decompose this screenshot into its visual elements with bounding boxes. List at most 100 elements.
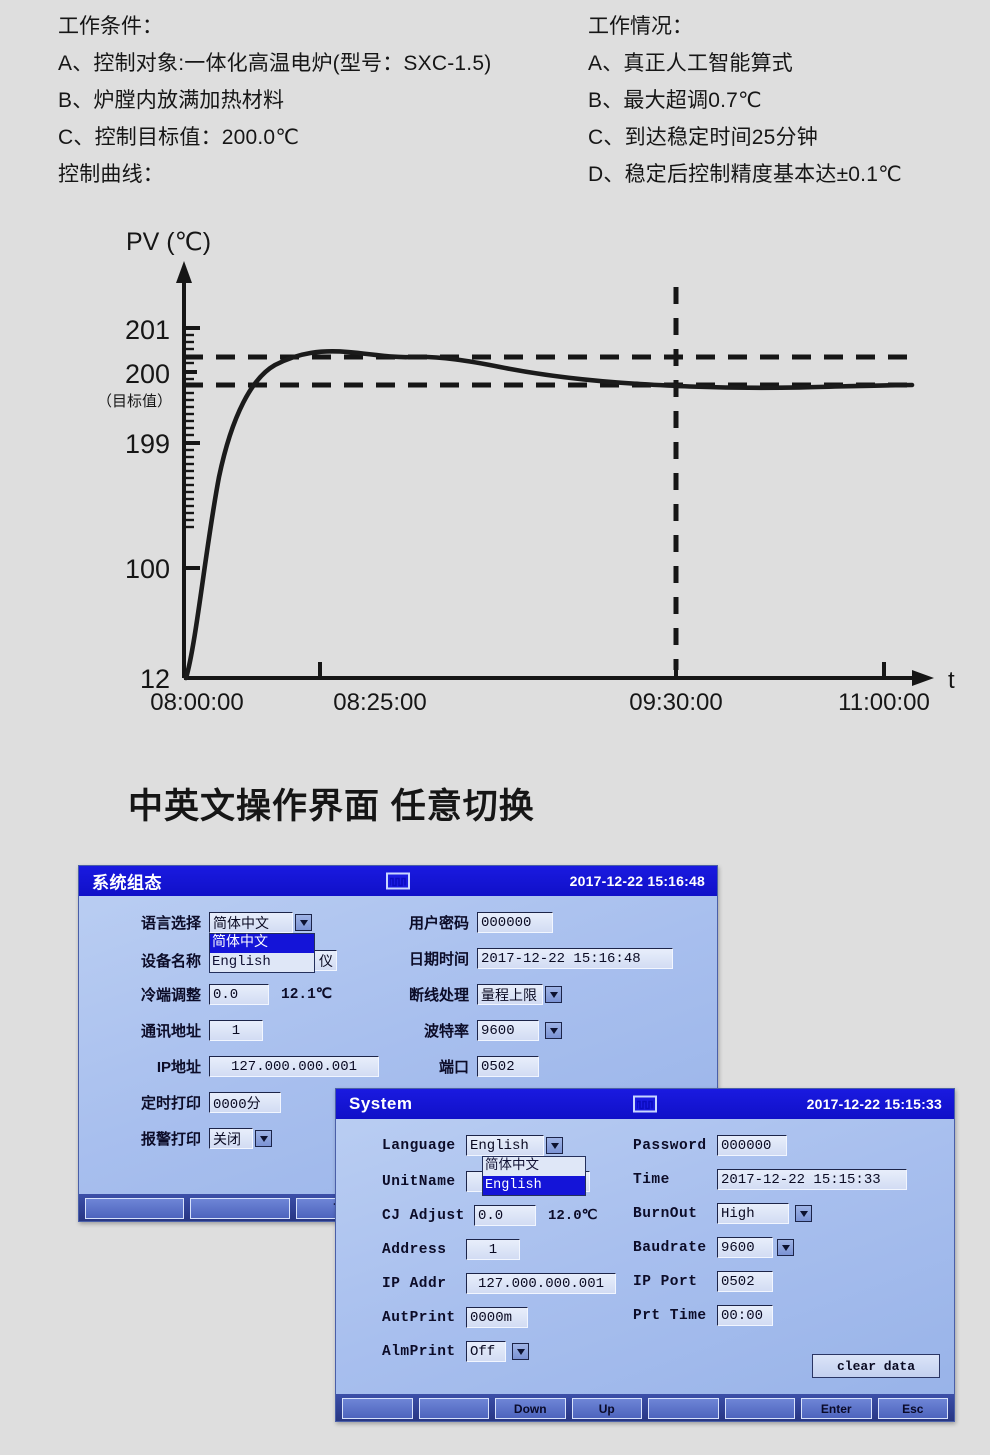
label-alarm-print: 报警打印	[140, 1131, 201, 1148]
chart-setpoint-note: （目标值）	[97, 393, 172, 410]
chevron-down-icon-alarm-print[interactable]	[255, 1130, 272, 1147]
panel-en-button-bar: Down Up Enter Esc	[336, 1394, 954, 1421]
row-ipaddr[interactable]: IP Addr 127.000.000.001	[382, 1273, 616, 1294]
control-curve-chart: PV (℃) 201 200 （目标值） 199 100 12 08:00:00…	[0, 215, 990, 745]
row-address[interactable]: 通讯地址 1	[105, 1020, 263, 1041]
panel-en-button-1[interactable]	[342, 1398, 413, 1419]
label-language-select: 语言选择	[140, 915, 201, 932]
panel-en-body: Language English 简体中文 English UnitName 仪…	[336, 1119, 954, 1421]
row-ip-address[interactable]: IP地址 127.000.000.001	[105, 1056, 379, 1077]
row-autprint[interactable]: AutPrint 0000m	[382, 1307, 528, 1328]
row-language-select[interactable]: 语言选择 简体中文	[105, 912, 312, 933]
value-auto-print[interactable]: 0000分	[209, 1092, 281, 1113]
value-ip-address[interactable]: 127.000.000.001	[209, 1056, 379, 1077]
value-ipaddr[interactable]: 127.000.000.001	[466, 1273, 616, 1294]
row-cjadjust[interactable]: CJ Adjust 0.0 12.0℃	[382, 1205, 597, 1226]
dropdown-language-en[interactable]: 简体中文 English	[482, 1156, 586, 1196]
chevron-down-icon-language-en[interactable]	[546, 1137, 563, 1154]
panel-cn-clock: 2017-12-22 15:16:48	[569, 873, 705, 889]
spec-left-heading: 工作条件：	[58, 15, 163, 38]
cjadjust-measured-temp: 12.0℃	[548, 1208, 598, 1224]
panel-en-button-esc[interactable]: Esc	[877, 1398, 948, 1419]
label-ip-address: IP地址	[156, 1059, 201, 1076]
value-address-en[interactable]: 1	[466, 1239, 520, 1260]
value-language[interactable]: English	[466, 1135, 544, 1156]
square-wave-icon	[386, 872, 410, 890]
row-address-en[interactable]: Address 1	[382, 1239, 520, 1260]
value-password[interactable]: 000000	[717, 1135, 787, 1156]
value-baudrate[interactable]: 9600	[477, 1020, 539, 1041]
row-almprint[interactable]: AlmPrint Off	[382, 1341, 529, 1362]
dropdown-language-cn[interactable]: 简体中文 English	[209, 933, 315, 973]
panel-en-button-5[interactable]	[648, 1398, 719, 1419]
value-prttime[interactable]: 00:00	[717, 1305, 773, 1326]
row-ip-port[interactable]: 端口 0502	[399, 1056, 539, 1077]
row-time[interactable]: Time 2017-12-22 15:15:33	[633, 1169, 907, 1190]
dropdown-option-chinese[interactable]: 简体中文	[210, 934, 314, 953]
value-address[interactable]: 1	[209, 1020, 263, 1041]
spec-right-line-a: A、真正人工智能算式	[588, 52, 794, 75]
chart-ytick-201: 201	[125, 315, 170, 345]
panel-cn-button-2[interactable]	[190, 1198, 290, 1219]
value-baudrate-en[interactable]: 9600	[717, 1237, 773, 1258]
chevron-down-icon-baudrate[interactable]	[545, 1022, 562, 1039]
row-burnout[interactable]: 断线处理 量程上限	[399, 984, 562, 1005]
label-cj-adjust: 冷端调整	[140, 987, 201, 1004]
row-password[interactable]: Password 000000	[633, 1135, 787, 1156]
value-datetime[interactable]: 2017-12-22 15:16:48	[477, 948, 673, 969]
dropdown-option-chinese-en[interactable]: 简体中文	[483, 1157, 585, 1176]
row-baudrate-en[interactable]: Baudrate 9600	[633, 1237, 794, 1258]
chart-svg: PV (℃) 201 200 （目标值） 199 100 12 08:00:00…	[97, 228, 955, 716]
value-time[interactable]: 2017-12-22 15:15:33	[717, 1169, 907, 1190]
value-cj-adjust[interactable]: 0.0	[209, 984, 269, 1005]
label-baudrate-en: Baudrate	[633, 1239, 707, 1256]
panel-en-titlebar: System 2017-12-22 15:15:33	[336, 1089, 954, 1119]
value-user-password[interactable]: 000000	[477, 912, 553, 933]
value-ipport[interactable]: 0502	[717, 1271, 773, 1292]
row-baudrate[interactable]: 波特率 9600	[399, 1020, 562, 1041]
value-autprint[interactable]: 0000m	[466, 1307, 528, 1328]
value-ip-port[interactable]: 0502	[477, 1056, 539, 1077]
chevron-down-icon-language[interactable]	[295, 914, 312, 931]
row-ipport[interactable]: IP Port 0502	[633, 1271, 773, 1292]
chevron-down-icon-baudrate-en[interactable]	[777, 1239, 794, 1256]
row-cj-adjust[interactable]: 冷端调整 0.0 12.1℃	[105, 984, 332, 1005]
dropdown-option-english[interactable]: English	[210, 953, 314, 972]
dropdown-option-english-en[interactable]: English	[483, 1176, 585, 1195]
row-alarm-print[interactable]: 报警打印 关闭	[105, 1128, 272, 1149]
row-burnout-en[interactable]: BurnOut High	[633, 1203, 812, 1224]
panel-cn-button-1[interactable]	[85, 1198, 185, 1219]
square-wave-icon-en	[633, 1095, 657, 1113]
chart-xtick-0930: 09:30:00	[629, 689, 722, 716]
spec-column-right: 工作情况： A、真正人工智能算式 B、最大超调0.7℃ C、到达稳定时间25分钟…	[588, 8, 988, 193]
chevron-down-icon-burnout[interactable]	[545, 986, 562, 1003]
panel-en-clock: 2017-12-22 15:15:33	[806, 1096, 942, 1112]
chevron-down-icon-burnout-en[interactable]	[795, 1205, 812, 1222]
panel-en-button-2[interactable]	[418, 1398, 489, 1419]
value-burnout-en[interactable]: High	[717, 1203, 789, 1224]
label-autprint: AutPrint	[382, 1309, 456, 1326]
row-language[interactable]: Language English	[382, 1135, 563, 1156]
row-user-password[interactable]: 用户密码 000000	[399, 912, 553, 933]
value-alarm-print[interactable]: 关闭	[209, 1128, 253, 1149]
clear-data-button[interactable]: clear data	[812, 1354, 940, 1378]
row-datetime[interactable]: 日期时间 2017-12-22 15:16:48	[399, 948, 673, 969]
panel-en-button-enter[interactable]: Enter	[801, 1398, 872, 1419]
label-language: Language	[382, 1137, 456, 1154]
row-auto-print[interactable]: 定时打印 0000分	[105, 1092, 281, 1113]
label-ip-port: 端口	[438, 1059, 469, 1076]
chevron-down-icon-almprint[interactable]	[512, 1343, 529, 1360]
panel-en-button-down[interactable]: Down	[495, 1398, 566, 1419]
label-almprint: AlmPrint	[382, 1343, 456, 1360]
value-cjadjust[interactable]: 0.0	[474, 1205, 536, 1226]
system-config-panel-english[interactable]: System 2017-12-22 15:15:33 Language Engl…	[335, 1088, 955, 1422]
panel-en-button-up[interactable]: Up	[571, 1398, 642, 1419]
value-almprint[interactable]: Off	[466, 1341, 506, 1362]
value-language-select[interactable]: 简体中文	[209, 912, 293, 933]
panel-en-button-6[interactable]	[724, 1398, 795, 1419]
spec-left-line-a: A、控制对象:一体化高温电炉(型号：SXC-1.5)	[58, 52, 492, 75]
chart-xtick-1100: 11:00:00	[838, 689, 930, 716]
value-burnout[interactable]: 量程上限	[477, 984, 543, 1005]
label-time: Time	[633, 1171, 670, 1188]
row-prttime[interactable]: Prt Time 00:00	[633, 1305, 773, 1326]
